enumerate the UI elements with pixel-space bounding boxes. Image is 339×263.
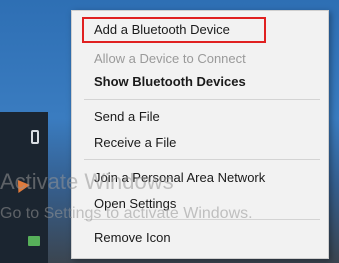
phone-icon[interactable] [31, 130, 39, 144]
menu-item-add-bluetooth-device[interactable]: Add a Bluetooth Device [82, 17, 266, 43]
menu-separator [84, 219, 320, 220]
menu-item-send-file[interactable]: Send a File [72, 105, 328, 129]
menu-separator [84, 99, 320, 100]
menu-item-remove-icon[interactable]: Remove Icon [72, 226, 328, 250]
menu-item-receive-file[interactable]: Receive a File [72, 131, 328, 155]
menu-item-join-pan[interactable]: Join a Personal Area Network [72, 166, 328, 190]
menu-item-allow-device-connect: Allow a Device to Connect [94, 51, 246, 66]
network-icon[interactable] [28, 236, 40, 246]
bluetooth-context-menu: Add a Bluetooth Device Allow a Device to… [71, 10, 329, 259]
menu-item-open-settings[interactable]: Open Settings [72, 192, 328, 216]
menu-item-show-bluetooth-devices[interactable]: Show Bluetooth Devices [72, 70, 328, 94]
menu-separator [84, 159, 320, 160]
